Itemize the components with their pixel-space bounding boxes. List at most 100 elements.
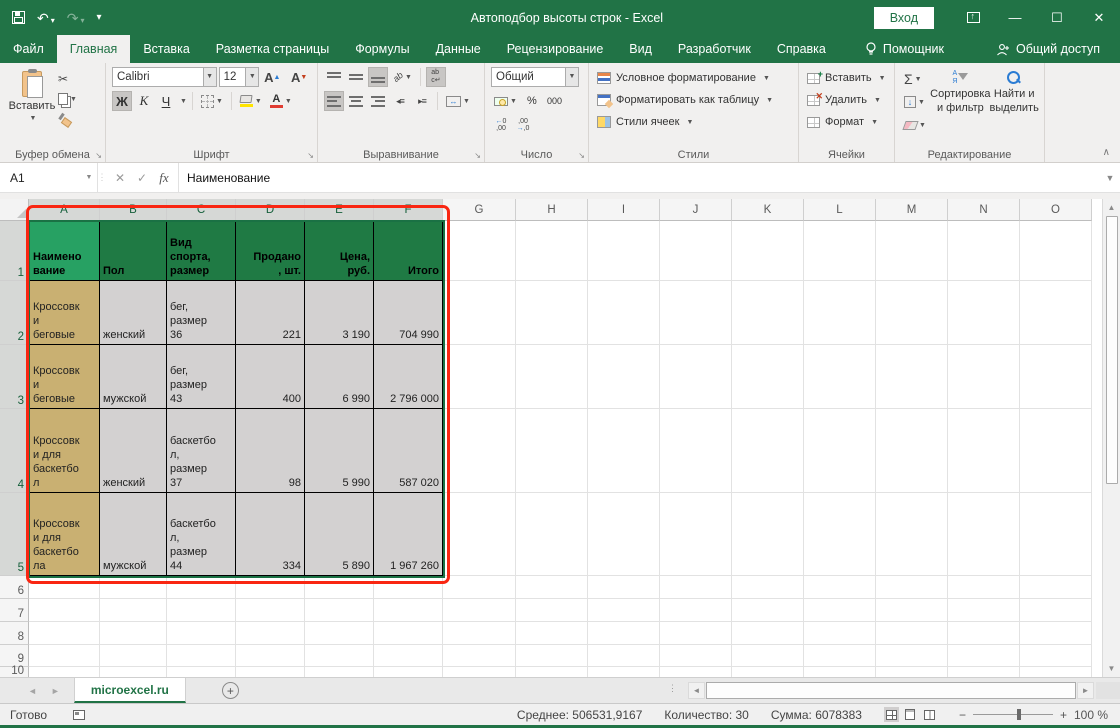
cell-E10[interactable] (305, 667, 374, 677)
cell-L10[interactable] (804, 667, 876, 677)
cell-M5[interactable] (876, 493, 948, 576)
percent-style-icon[interactable]: % (522, 91, 542, 111)
cell-J5[interactable] (660, 493, 732, 576)
column-header-B[interactable]: B (100, 199, 167, 221)
cell-D10[interactable] (236, 667, 305, 677)
minimize-icon[interactable]: — (994, 0, 1036, 35)
increase-font-icon[interactable]: A▲ (261, 67, 286, 87)
sheet-nav-left-icon[interactable]: ◄ (28, 686, 37, 696)
cell-C7[interactable] (167, 599, 236, 622)
share-button[interactable]: Общий доступ (982, 35, 1114, 63)
cell-H10[interactable] (516, 667, 588, 677)
cancel-icon[interactable]: ✕ (110, 171, 130, 185)
cell-H3[interactable] (516, 345, 588, 409)
cell-J4[interactable] (660, 409, 732, 493)
cell-I6[interactable] (588, 576, 660, 599)
cell-L5[interactable] (804, 493, 876, 576)
cell-G2[interactable] (443, 281, 516, 345)
cell-J1[interactable] (660, 221, 732, 281)
cell-D8[interactable] (236, 622, 305, 645)
cell-G5[interactable] (443, 493, 516, 576)
cell-H2[interactable] (516, 281, 588, 345)
cut-icon[interactable]: ✂ (58, 71, 77, 87)
cell-F8[interactable] (374, 622, 443, 645)
cell-C4[interactable]: баскетбо л, размер 37 (167, 409, 236, 493)
scroll-left-icon[interactable]: ◄ (688, 682, 705, 699)
cell-C8[interactable] (167, 622, 236, 645)
formula-bar-expand-icon[interactable]: ▼ (1100, 163, 1120, 192)
cell-B10[interactable] (100, 667, 167, 677)
cell-F5[interactable]: 1 967 260 (374, 493, 443, 576)
conditional-formatting-button[interactable]: Условное форматирование▼ (595, 67, 794, 89)
underline-caret-icon[interactable]: ▼ (180, 98, 187, 105)
cell-J3[interactable] (660, 345, 732, 409)
column-header-O[interactable]: O (1020, 199, 1092, 221)
macro-record-icon[interactable] (73, 710, 85, 720)
name-box[interactable]: A1 ▼ (0, 163, 98, 192)
column-header-G[interactable]: G (443, 199, 516, 221)
accounting-format-icon[interactable]: ▼ (491, 91, 520, 111)
cell-K7[interactable] (732, 599, 804, 622)
formula-input[interactable]: Наименование (179, 163, 1100, 192)
cell-M7[interactable] (876, 599, 948, 622)
sheet-tab[interactable]: microexcel.ru (74, 678, 186, 703)
cell-K10[interactable] (732, 667, 804, 677)
cell-F6[interactable] (374, 576, 443, 599)
column-header-J[interactable]: J (660, 199, 732, 221)
cell-A3[interactable]: Кроссовк и беговые (29, 345, 100, 409)
cell-N6[interactable] (948, 576, 1020, 599)
tab-review[interactable]: Рецензирование (494, 35, 617, 63)
cell-I9[interactable] (588, 645, 660, 667)
cell-G8[interactable] (443, 622, 516, 645)
orientation-icon[interactable]: ab▼ (390, 67, 415, 87)
copy-icon[interactable]: ▼ (58, 91, 77, 107)
cell-M2[interactable] (876, 281, 948, 345)
column-header-K[interactable]: K (732, 199, 804, 221)
cell-J10[interactable] (660, 667, 732, 677)
vertical-scrollbar[interactable]: ▲ ▼ (1102, 199, 1120, 677)
cell-F1[interactable]: Итого (374, 221, 443, 281)
cell-N4[interactable] (948, 409, 1020, 493)
undo-icon[interactable]: ↶▾ (37, 11, 55, 25)
cell-K4[interactable] (732, 409, 804, 493)
cell-E7[interactable] (305, 599, 374, 622)
autosum-icon[interactable]: Σ▼ (901, 69, 932, 89)
insert-function-icon[interactable]: fx (154, 170, 174, 186)
zoom-in-icon[interactable]: + (1060, 708, 1067, 722)
horizontal-scrollbar[interactable]: ◄ ► (688, 682, 1094, 699)
sheet-nav-right-icon[interactable]: ► (51, 686, 60, 696)
cell-C6[interactable] (167, 576, 236, 599)
row-header-9[interactable]: 9 (0, 645, 29, 667)
align-left-icon[interactable] (324, 91, 344, 111)
insert-cells-button[interactable]: + Вставить▼ (805, 67, 890, 89)
cell-I4[interactable] (588, 409, 660, 493)
align-right-icon[interactable] (368, 91, 388, 111)
tab-assistant[interactable]: Помощник (853, 35, 956, 63)
zoom-slider-thumb[interactable] (1017, 709, 1021, 720)
tab-home[interactable]: Главная (57, 35, 131, 63)
format-painter-icon[interactable] (58, 111, 77, 127)
cell-O7[interactable] (1020, 599, 1092, 622)
ribbon-display-options-icon[interactable] (952, 0, 994, 35)
vertical-scrollbar-thumb[interactable] (1106, 216, 1118, 484)
view-page-layout-icon[interactable] (903, 707, 918, 722)
cell-F9[interactable] (374, 645, 443, 667)
cell-K8[interactable] (732, 622, 804, 645)
column-header-I[interactable]: I (588, 199, 660, 221)
cell-F10[interactable] (374, 667, 443, 677)
cell-O3[interactable] (1020, 345, 1092, 409)
sort-filter-button[interactable]: Сортировка и фильтр (932, 67, 988, 146)
align-middle-icon[interactable] (346, 67, 366, 87)
cell-I10[interactable] (588, 667, 660, 677)
clear-icon[interactable]: ▼ (901, 115, 932, 135)
row-header-5[interactable]: 5 (0, 493, 29, 576)
cell-B2[interactable]: женский (100, 281, 167, 345)
tab-data[interactable]: Данные (423, 35, 494, 63)
font-size-combo[interactable]: 12▼ (219, 67, 260, 87)
underline-button[interactable]: Ч (156, 91, 176, 111)
bold-button[interactable]: Ж (112, 91, 132, 111)
increase-decimal-icon[interactable]: ←0,00 (491, 115, 511, 135)
cell-C2[interactable]: бег, размер 36 (167, 281, 236, 345)
cell-O5[interactable] (1020, 493, 1092, 576)
cell-N5[interactable] (948, 493, 1020, 576)
